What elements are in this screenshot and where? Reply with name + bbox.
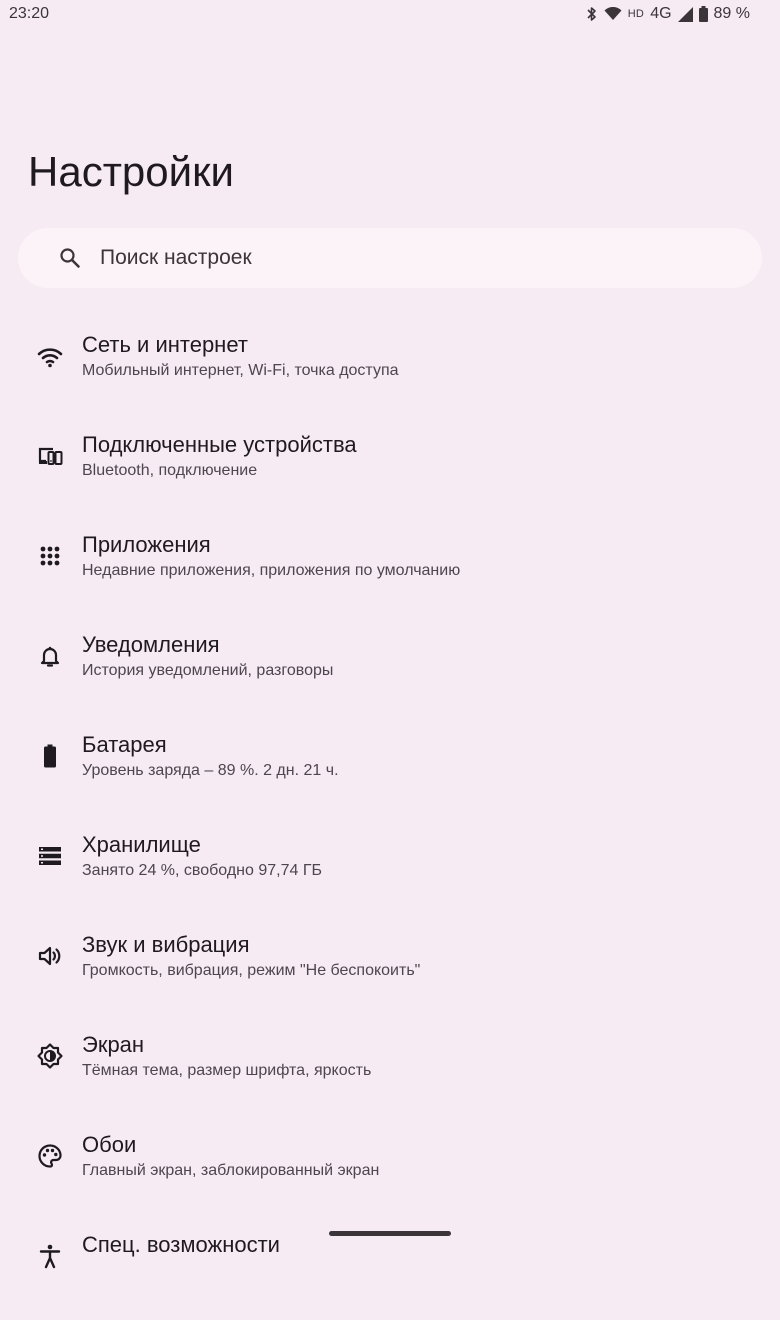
bell-icon: [36, 642, 64, 670]
settings-item-subtitle: Тёмная тема, размер шрифта, яркость: [82, 1062, 372, 1079]
wifi-icon: [36, 342, 64, 370]
page-title: Настройки: [28, 148, 234, 195]
network-type-label: 4G: [650, 5, 672, 22]
settings-item-title: Уведомления: [82, 632, 220, 657]
search-input[interactable]: [98, 245, 702, 271]
hd-label: HD: [627, 8, 645, 20]
settings-list: Сеть и интернет Мобильный интернет, Wi-F…: [0, 320, 780, 1320]
storage-icon: [36, 842, 64, 870]
bluetooth-icon: [587, 7, 596, 21]
settings-item-display[interactable]: Экран Тёмная тема, размер шрифта, яркост…: [0, 1020, 780, 1120]
settings-item-battery[interactable]: Батарея Уровень заряда – 89 %. 2 дн. 21 …: [0, 720, 780, 820]
status-bar: 23:20 HD 4G 89 %: [0, 0, 780, 28]
settings-item-connected-devices[interactable]: Подключенные устройства Bluetooth, подкл…: [0, 420, 780, 520]
search-bar[interactable]: [18, 228, 762, 288]
settings-item-subtitle: Мобильный интернет, Wi-Fi, точка доступа: [82, 362, 399, 379]
settings-item-title: Батарея: [82, 732, 167, 757]
settings-item-notifications[interactable]: Уведомления История уведомлений, разгово…: [0, 620, 780, 720]
accessibility-icon: [36, 1242, 64, 1270]
volume-icon: [36, 942, 64, 970]
battery-status-icon: [698, 6, 708, 22]
display-brightness-icon: [36, 1042, 64, 1070]
settings-item-title: Подключенные устройства: [82, 432, 357, 457]
connected-devices-icon: [36, 442, 64, 470]
settings-item-subtitle: Уровень заряда – 89 %. 2 дн. 21 ч.: [82, 762, 339, 779]
palette-icon: [36, 1142, 64, 1170]
settings-item-wallpaper[interactable]: Обои Главный экран, заблокированный экра…: [0, 1120, 780, 1220]
settings-item-title: Приложения: [82, 532, 211, 557]
settings-item-title: Сеть и интернет: [82, 332, 248, 357]
apps-grid-icon: [36, 542, 64, 570]
settings-item-title: Спец. возможности: [82, 1232, 280, 1257]
status-icons: HD 4G 89 %: [586, 5, 750, 23]
settings-item-storage[interactable]: Хранилище Занято 24 %, свободно 97,74 ГБ: [0, 820, 780, 920]
settings-item-subtitle: Недавние приложения, приложения по умолч…: [82, 562, 461, 579]
settings-item-title: Обои: [82, 1132, 137, 1157]
battery-icon: [36, 742, 64, 770]
search-icon: [60, 248, 80, 268]
settings-item-apps[interactable]: Приложения Недавние приложения, приложен…: [0, 520, 780, 620]
settings-item-subtitle: Главный экран, заблокированный экран: [82, 1162, 380, 1179]
settings-item-title: Экран: [82, 1032, 145, 1057]
settings-item-sound[interactable]: Звук и вибрация Громкость, вибрация, реж…: [0, 920, 780, 1020]
status-time: 23:20: [9, 5, 50, 22]
settings-item-network[interactable]: Сеть и интернет Мобильный интернет, Wi-F…: [0, 320, 780, 420]
settings-item-subtitle: Bluetooth, подключение: [82, 462, 258, 479]
battery-percent: 89 %: [713, 5, 750, 22]
settings-item-subtitle: Занято 24 %, свободно 97,74 ГБ: [82, 862, 323, 879]
settings-item-subtitle: Громкость, вибрация, режим "Не беспокоит…: [82, 962, 421, 979]
cell-signal-icon: [677, 6, 693, 22]
wifi-status-icon: [604, 7, 622, 20]
settings-item-title: Хранилище: [82, 832, 201, 857]
settings-item-subtitle: История уведомлений, разговоры: [82, 662, 334, 679]
gesture-nav-handle[interactable]: [329, 1231, 451, 1236]
settings-item-title: Звук и вибрация: [82, 932, 250, 957]
